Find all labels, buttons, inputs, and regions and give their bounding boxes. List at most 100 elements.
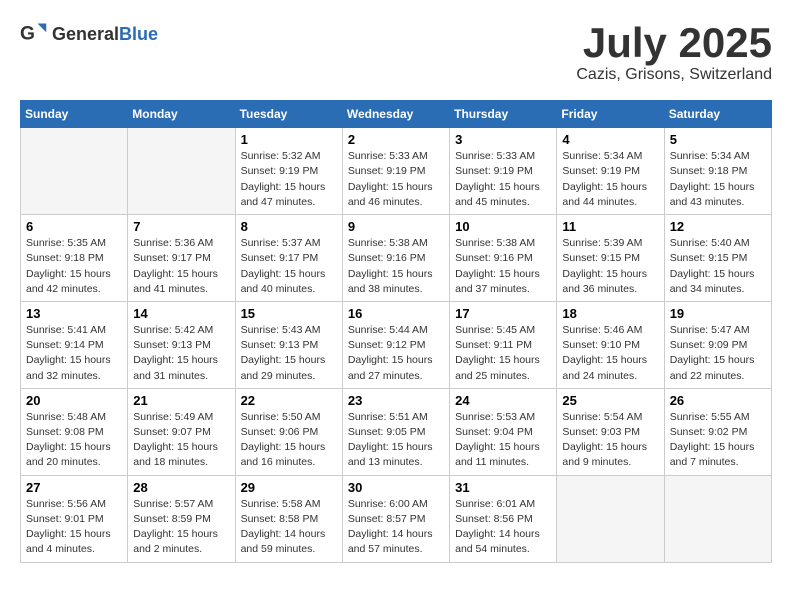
day-number: 26 <box>670 393 766 408</box>
col-header-monday: Monday <box>128 101 235 128</box>
calendar-cell <box>128 128 235 215</box>
day-detail: Sunrise: 5:46 AM Sunset: 9:10 PM Dayligh… <box>562 324 647 382</box>
col-header-friday: Friday <box>557 101 664 128</box>
calendar-cell: 5 Sunrise: 5:34 AM Sunset: 9:18 PM Daylig… <box>664 128 771 215</box>
day-number: 23 <box>348 393 444 408</box>
day-number: 24 <box>455 393 551 408</box>
calendar-cell: 30 Sunrise: 6:00 AM Sunset: 8:57 PM Dayli… <box>342 475 449 562</box>
calendar-cell: 18 Sunrise: 5:46 AM Sunset: 9:10 PM Dayli… <box>557 301 664 388</box>
calendar-cell: 23 Sunrise: 5:51 AM Sunset: 9:05 PM Dayli… <box>342 388 449 475</box>
page-header: G GeneralBlue July 2025 Cazis, Grisons, … <box>20 20 772 84</box>
col-header-wednesday: Wednesday <box>342 101 449 128</box>
calendar-cell: 6Sunrise: 5:35 AM Sunset: 9:18 PM Daylig… <box>21 215 128 302</box>
calendar-cell: 22 Sunrise: 5:50 AM Sunset: 9:06 PM Dayli… <box>235 388 342 475</box>
day-number: 20 <box>26 393 122 408</box>
calendar-cell: 25 Sunrise: 5:54 AM Sunset: 9:03 PM Dayli… <box>557 388 664 475</box>
day-detail: Sunrise: 5:35 AM Sunset: 9:18 PM Dayligh… <box>26 237 111 295</box>
calendar-cell <box>557 475 664 562</box>
day-detail: Sunrise: 5:57 AM Sunset: 8:59 PM Dayligh… <box>133 498 218 556</box>
day-number: 11 <box>562 219 658 234</box>
calendar-table: SundayMondayTuesdayWednesdayThursdayFrid… <box>20 100 772 562</box>
calendar-cell: 2Sunrise: 5:33 AM Sunset: 9:19 PM Daylig… <box>342 128 449 215</box>
calendar-cell: 19 Sunrise: 5:47 AM Sunset: 9:09 PM Dayli… <box>664 301 771 388</box>
day-number: 13 <box>26 306 122 321</box>
calendar-cell: 28Sunrise: 5:57 AM Sunset: 8:59 PM Dayli… <box>128 475 235 562</box>
day-detail: Sunrise: 5:41 AM Sunset: 9:14 PM Dayligh… <box>26 324 111 382</box>
calendar-cell: 10 Sunrise: 5:38 AM Sunset: 9:16 PM Dayli… <box>450 215 557 302</box>
logo-text-general: General <box>52 24 119 44</box>
calendar-week-row: 27 Sunrise: 5:56 AM Sunset: 9:01 PM Dayli… <box>21 475 772 562</box>
day-detail: Sunrise: 5:51 AM Sunset: 9:05 PM Dayligh… <box>348 411 433 469</box>
day-detail: Sunrise: 5:49 AM Sunset: 9:07 PM Dayligh… <box>133 411 218 469</box>
day-detail: Sunrise: 5:34 AM Sunset: 9:18 PM Dayligh… <box>670 150 755 208</box>
calendar-cell: 29Sunrise: 5:58 AM Sunset: 8:58 PM Dayli… <box>235 475 342 562</box>
col-header-thursday: Thursday <box>450 101 557 128</box>
day-detail: Sunrise: 5:54 AM Sunset: 9:03 PM Dayligh… <box>562 411 647 469</box>
day-detail: Sunrise: 5:43 AM Sunset: 9:13 PM Dayligh… <box>241 324 326 382</box>
day-detail: Sunrise: 5:37 AM Sunset: 9:17 PM Dayligh… <box>241 237 326 295</box>
calendar-cell: 11 Sunrise: 5:39 AM Sunset: 9:15 PM Dayli… <box>557 215 664 302</box>
day-detail: Sunrise: 5:40 AM Sunset: 9:15 PM Dayligh… <box>670 237 755 295</box>
day-detail: Sunrise: 5:48 AM Sunset: 9:08 PM Dayligh… <box>26 411 111 469</box>
calendar-cell: 21 Sunrise: 5:49 AM Sunset: 9:07 PM Dayli… <box>128 388 235 475</box>
day-number: 21 <box>133 393 229 408</box>
calendar-cell: 8 Sunrise: 5:37 AM Sunset: 9:17 PM Daylig… <box>235 215 342 302</box>
day-number: 10 <box>455 219 551 234</box>
day-number: 27 <box>26 480 122 495</box>
calendar-cell: 24Sunrise: 5:53 AM Sunset: 9:04 PM Dayli… <box>450 388 557 475</box>
calendar-cell: 26 Sunrise: 5:55 AM Sunset: 9:02 PM Dayli… <box>664 388 771 475</box>
calendar-cell: 20 Sunrise: 5:48 AM Sunset: 9:08 PM Dayli… <box>21 388 128 475</box>
day-detail: Sunrise: 5:33 AM Sunset: 9:19 PM Dayligh… <box>348 150 433 208</box>
day-number: 5 <box>670 132 766 147</box>
day-detail: Sunrise: 5:33 AM Sunset: 9:19 PM Dayligh… <box>455 150 540 208</box>
logo-icon: G <box>20 20 48 48</box>
day-number: 14 <box>133 306 229 321</box>
calendar-cell: 14Sunrise: 5:42 AM Sunset: 9:13 PM Dayli… <box>128 301 235 388</box>
day-number: 22 <box>241 393 337 408</box>
title-area: July 2025 Cazis, Grisons, Switzerland <box>576 20 772 84</box>
day-detail: Sunrise: 5:55 AM Sunset: 9:02 PM Dayligh… <box>670 411 755 469</box>
svg-text:G: G <box>20 23 35 44</box>
day-number: 15 <box>241 306 337 321</box>
day-number: 30 <box>348 480 444 495</box>
calendar-cell: 3 Sunrise: 5:33 AM Sunset: 9:19 PM Daylig… <box>450 128 557 215</box>
calendar-cell: 9 Sunrise: 5:38 AM Sunset: 9:16 PM Daylig… <box>342 215 449 302</box>
calendar-cell: 27 Sunrise: 5:56 AM Sunset: 9:01 PM Dayli… <box>21 475 128 562</box>
location-title: Cazis, Grisons, Switzerland <box>576 66 772 84</box>
day-number: 25 <box>562 393 658 408</box>
day-number: 3 <box>455 132 551 147</box>
day-detail: Sunrise: 5:50 AM Sunset: 9:06 PM Dayligh… <box>241 411 326 469</box>
calendar-cell: 7 Sunrise: 5:36 AM Sunset: 9:17 PM Daylig… <box>128 215 235 302</box>
day-number: 7 <box>133 219 229 234</box>
day-number: 19 <box>670 306 766 321</box>
col-header-sunday: Sunday <box>21 101 128 128</box>
logo-text-blue: Blue <box>119 24 158 44</box>
calendar-cell <box>664 475 771 562</box>
day-number: 17 <box>455 306 551 321</box>
day-detail: Sunrise: 6:00 AM Sunset: 8:57 PM Dayligh… <box>348 498 433 556</box>
logo: G GeneralBlue <box>20 20 158 48</box>
day-detail: Sunrise: 5:39 AM Sunset: 9:15 PM Dayligh… <box>562 237 647 295</box>
calendar-week-row: 1Sunrise: 5:32 AM Sunset: 9:19 PM Daylig… <box>21 128 772 215</box>
calendar-cell: 15 Sunrise: 5:43 AM Sunset: 9:13 PM Dayli… <box>235 301 342 388</box>
day-detail: Sunrise: 5:36 AM Sunset: 9:17 PM Dayligh… <box>133 237 218 295</box>
day-number: 9 <box>348 219 444 234</box>
day-detail: Sunrise: 6:01 AM Sunset: 8:56 PM Dayligh… <box>455 498 540 556</box>
day-number: 8 <box>241 219 337 234</box>
calendar-week-row: 13 Sunrise: 5:41 AM Sunset: 9:14 PM Dayli… <box>21 301 772 388</box>
day-detail: Sunrise: 5:56 AM Sunset: 9:01 PM Dayligh… <box>26 498 111 556</box>
day-detail: Sunrise: 5:47 AM Sunset: 9:09 PM Dayligh… <box>670 324 755 382</box>
calendar-week-row: 6Sunrise: 5:35 AM Sunset: 9:18 PM Daylig… <box>21 215 772 302</box>
day-detail: Sunrise: 5:38 AM Sunset: 9:16 PM Dayligh… <box>348 237 433 295</box>
calendar-cell: 1Sunrise: 5:32 AM Sunset: 9:19 PM Daylig… <box>235 128 342 215</box>
calendar-cell: 13 Sunrise: 5:41 AM Sunset: 9:14 PM Dayli… <box>21 301 128 388</box>
col-header-saturday: Saturday <box>664 101 771 128</box>
day-number: 18 <box>562 306 658 321</box>
day-detail: Sunrise: 5:34 AM Sunset: 9:19 PM Dayligh… <box>562 150 647 208</box>
month-title: July 2025 <box>576 20 772 66</box>
day-number: 12 <box>670 219 766 234</box>
calendar-cell: 31Sunrise: 6:01 AM Sunset: 8:56 PM Dayli… <box>450 475 557 562</box>
calendar-cell: 16Sunrise: 5:44 AM Sunset: 9:12 PM Dayli… <box>342 301 449 388</box>
day-detail: Sunrise: 5:38 AM Sunset: 9:16 PM Dayligh… <box>455 237 540 295</box>
day-detail: Sunrise: 5:58 AM Sunset: 8:58 PM Dayligh… <box>241 498 326 556</box>
